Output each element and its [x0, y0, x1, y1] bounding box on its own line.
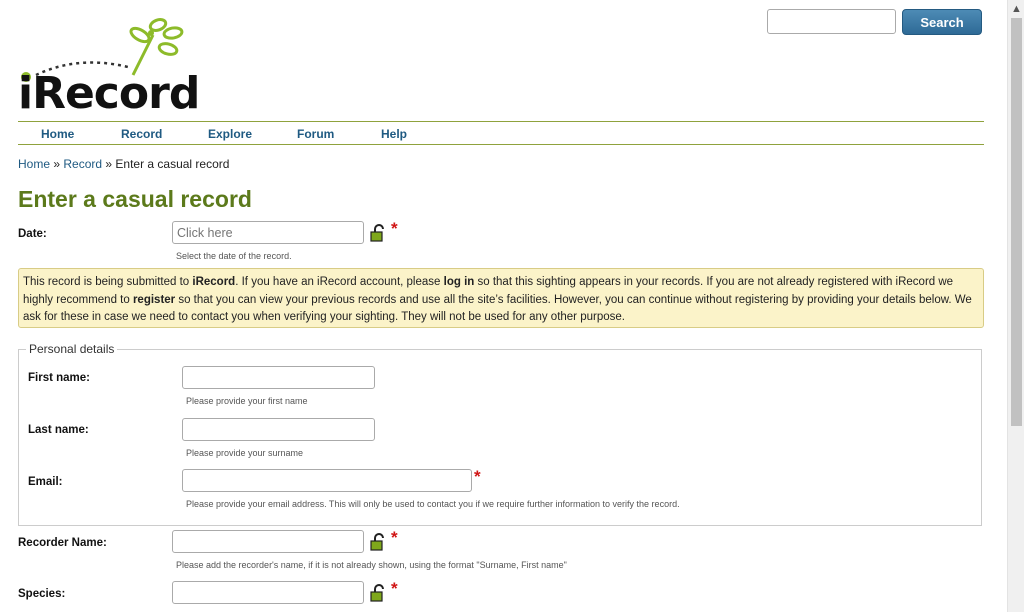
scroll-up-arrow-icon[interactable]: ▲ — [1008, 2, 1024, 17]
species-label: Species: — [18, 588, 66, 600]
irecord-logo[interactable]: iRecord — [18, 15, 200, 119]
required-marker: * — [391, 528, 398, 547]
breadcrumb-record[interactable]: Record — [63, 157, 102, 171]
species-input[interactable] — [172, 581, 364, 604]
unlocked-padlock-icon[interactable] — [370, 584, 388, 602]
nav-explore[interactable]: Explore — [208, 127, 252, 141]
last-name-help: Please provide your surname — [186, 448, 304, 458]
required-marker: * — [474, 467, 481, 486]
unlocked-padlock-icon[interactable] — [370, 533, 388, 551]
email-field[interactable] — [182, 469, 472, 492]
notice-text: . If you have an iRecord account, please — [235, 276, 444, 288]
nav-home[interactable]: Home — [41, 127, 74, 141]
register-link[interactable]: register — [133, 294, 175, 306]
breadcrumb: Home » Record » Enter a casual record — [18, 157, 229, 171]
search-input[interactable] — [767, 9, 896, 34]
breadcrumb-current: Enter a casual record — [115, 157, 230, 171]
email-help: Please provide your email address. This … — [186, 499, 680, 509]
notice-site-name: iRecord — [192, 276, 236, 288]
recorder-name-help: Please add the recorder's name, if it is… — [176, 560, 567, 570]
first-name-help: Please provide your first name — [186, 396, 308, 406]
page-title: Enter a casual record — [18, 186, 252, 212]
first-name-field[interactable] — [182, 366, 375, 389]
nav-help[interactable]: Help — [381, 127, 407, 141]
breadcrumb-separator: » — [50, 157, 64, 171]
breadcrumb-home[interactable]: Home — [18, 157, 50, 171]
search-button[interactable]: Search — [902, 9, 982, 35]
main-nav: Home Record Explore Forum Help — [18, 121, 984, 145]
recorder-name-input[interactable] — [172, 530, 364, 553]
last-name-field[interactable] — [182, 418, 375, 441]
breadcrumb-separator: » — [102, 157, 116, 171]
date-input[interactable] — [172, 221, 364, 244]
date-help: Select the date of the record. — [176, 251, 292, 261]
login-link[interactable]: log in — [444, 276, 475, 288]
vertical-scrollbar[interactable]: ▲ — [1007, 0, 1024, 612]
required-marker: * — [391, 579, 398, 598]
recorder-name-label: Recorder Name: — [18, 537, 107, 549]
nav-record[interactable]: Record — [121, 127, 162, 141]
required-marker: * — [391, 219, 398, 238]
login-notice: This record is being submitted to iRecor… — [18, 268, 984, 328]
first-name-label: First name: — [28, 372, 90, 384]
last-name-label: Last name: — [28, 424, 89, 436]
email-label: Email: — [28, 476, 63, 488]
fieldset-legend: Personal details — [26, 342, 118, 356]
unlocked-padlock-icon[interactable] — [370, 224, 388, 242]
scrollbar-thumb[interactable] — [1011, 18, 1022, 426]
logo-wordmark: iRecord — [18, 68, 200, 119]
notice-text: This record is being submitted to — [23, 276, 193, 288]
nav-forum[interactable]: Forum — [297, 127, 334, 141]
date-label: Date: — [18, 228, 47, 240]
personal-details-fieldset: Personal details First name: Please prov… — [18, 342, 982, 526]
